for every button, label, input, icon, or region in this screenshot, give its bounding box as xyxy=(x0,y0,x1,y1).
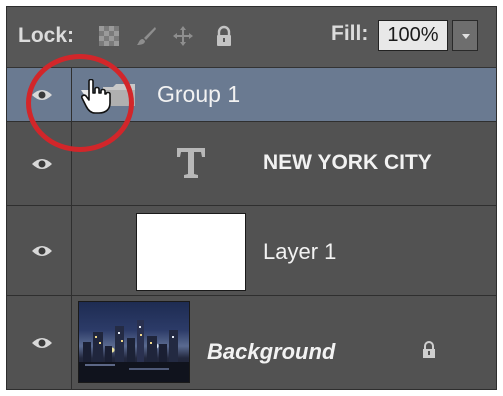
lock-icon xyxy=(423,341,435,358)
visibility-cell[interactable] xyxy=(7,206,72,295)
text-layer-icon xyxy=(177,148,205,178)
fill-label: Fill: xyxy=(331,22,369,45)
city-skyline-image xyxy=(79,320,189,382)
layer-thumbnail xyxy=(136,213,246,291)
fill-dropdown-button[interactable] xyxy=(452,20,478,51)
layer-name-group-1[interactable]: Group 1 xyxy=(157,81,240,108)
layers-panel: Lock: Fill: 100% Group 1 NEW YORK CITY L… xyxy=(6,6,497,390)
layer-name-text[interactable]: NEW YORK CITY xyxy=(263,151,432,175)
lock-all-icon[interactable] xyxy=(213,25,235,47)
lock-image-pixels-icon[interactable] xyxy=(135,25,157,47)
layer-row-layer-1[interactable]: Layer 1 xyxy=(7,206,496,296)
lock-transparent-pixels-icon[interactable] xyxy=(98,25,120,47)
fill-input[interactable]: 100% xyxy=(378,20,448,51)
highlight-circle xyxy=(26,54,134,152)
visibility-cell[interactable] xyxy=(7,296,72,389)
eye-icon[interactable] xyxy=(31,157,53,171)
layer-name-background[interactable]: Background xyxy=(207,339,335,365)
eye-icon[interactable] xyxy=(31,336,53,350)
lock-label: Lock: xyxy=(18,24,75,47)
layer-name-layer-1[interactable]: Layer 1 xyxy=(263,239,336,265)
layer-row-background[interactable]: Background xyxy=(7,296,496,389)
background-thumbnail xyxy=(78,301,190,383)
lock-position-icon[interactable] xyxy=(172,25,194,47)
eye-icon[interactable] xyxy=(31,244,53,258)
hand-cursor-icon xyxy=(81,79,111,114)
